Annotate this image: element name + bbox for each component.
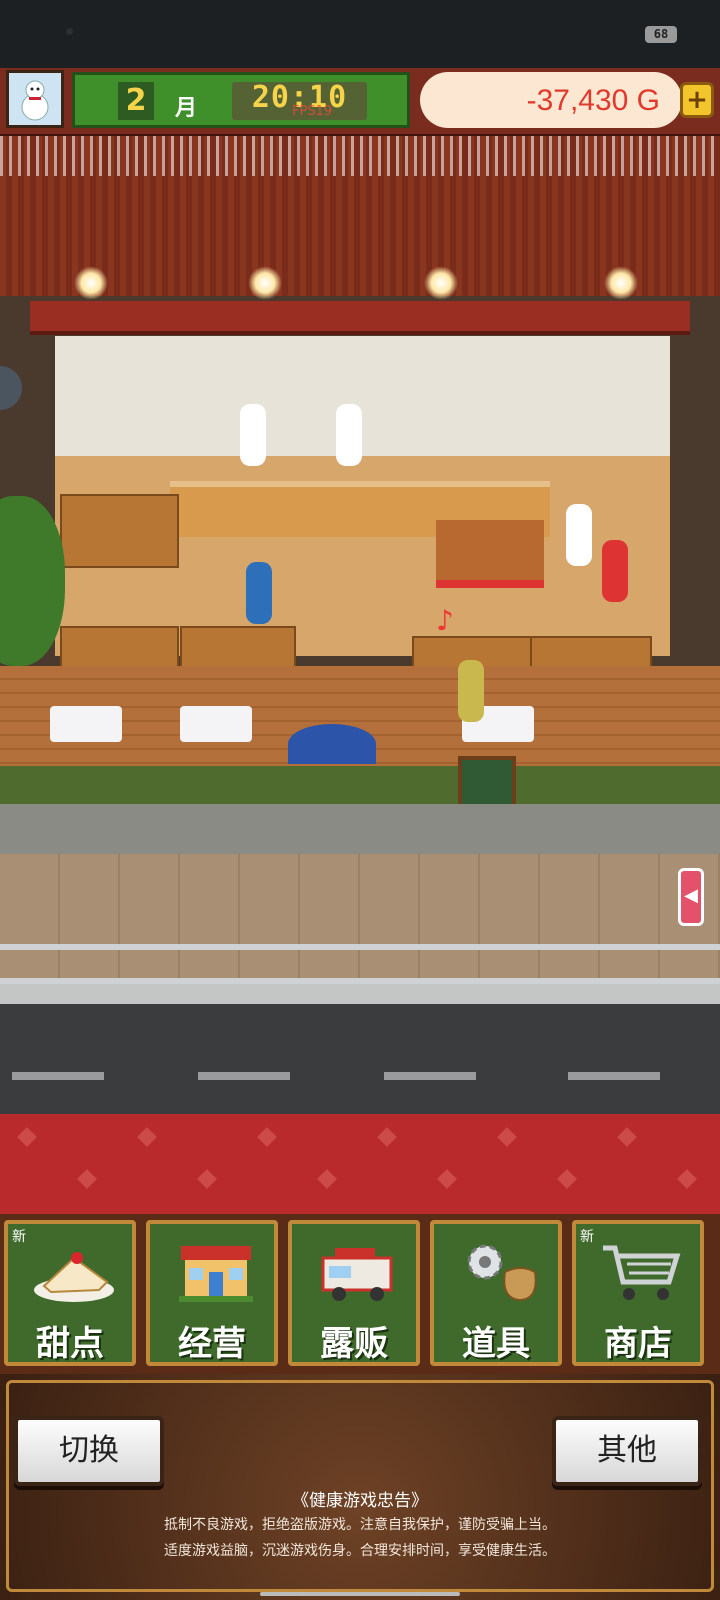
battery-indicator: 68 <box>645 26 677 43</box>
shop-icon <box>179 1246 253 1302</box>
lane-marking <box>568 1072 660 1080</box>
red-pattern-band <box>0 1114 720 1214</box>
menu-label: 道具 <box>462 1324 530 1364</box>
roof-lamp <box>424 266 458 300</box>
health-notice-title: 《健康游戏忠告》 <box>292 1491 428 1511</box>
menu-label: 甜点 <box>36 1324 104 1364</box>
roof-lamp <box>248 266 282 300</box>
chef-character[interactable] <box>240 404 266 466</box>
shop-awning <box>30 301 690 335</box>
cake-icon <box>34 1252 114 1302</box>
menu-label: 露贩 <box>320 1324 388 1364</box>
menu-item-food-truck[interactable]: 露贩 <box>288 1220 420 1366</box>
new-badge: 新 <box>580 1229 594 1245</box>
food-truck-icon <box>321 1248 393 1301</box>
home-indicator[interactable] <box>260 1592 460 1596</box>
sidewalk <box>0 804 720 854</box>
kitchen-wall <box>55 336 670 456</box>
chef-character[interactable] <box>566 504 592 566</box>
chef-character[interactable] <box>336 404 362 466</box>
camera-dot <box>66 28 73 35</box>
money-amount: -37,430 G <box>526 84 660 117</box>
cafe-table <box>180 706 252 742</box>
roof-lamp <box>604 266 638 300</box>
cafe-table <box>50 706 122 742</box>
clerk-character[interactable] <box>246 562 272 624</box>
curb <box>0 984 720 1004</box>
cash-register-counter[interactable] <box>436 520 544 588</box>
add-money-button[interactable]: + <box>680 82 714 118</box>
lane-marking <box>198 1072 290 1080</box>
menu-item-management[interactable]: 经营 <box>146 1220 278 1366</box>
status-bar <box>0 0 720 68</box>
road <box>0 1004 720 1114</box>
menu-label: 经营 <box>178 1324 246 1364</box>
cake-shelf[interactable] <box>60 494 179 568</box>
customer-character[interactable] <box>458 660 484 722</box>
game-scene[interactable]: ♪ <box>0 136 720 1136</box>
new-badge: 新 <box>12 1229 26 1245</box>
menu-item-desserts[interactable]: 新 甜点 <box>4 1220 136 1366</box>
roof-lamp <box>74 266 108 300</box>
gear-bag-icon <box>467 1244 537 1302</box>
lane-marking <box>12 1072 104 1080</box>
side-panel-tab[interactable]: ◀ <box>678 868 704 926</box>
flower-hedge <box>0 766 720 804</box>
menu-label: 商店 <box>604 1324 672 1364</box>
snowman-avatar[interactable] <box>6 70 64 128</box>
month-number: 2 <box>118 82 154 120</box>
cart-icon <box>603 1245 681 1300</box>
chef-character[interactable] <box>602 540 628 602</box>
roof-snow <box>0 136 720 176</box>
snowman-icon <box>9 73 61 125</box>
music-note-icon: ♪ <box>436 604 454 637</box>
other-button[interactable]: 其他 <box>552 1416 702 1486</box>
umbrella <box>288 724 376 764</box>
menu-item-store[interactable]: 新 商店 <box>572 1220 704 1366</box>
month-unit: 月 <box>175 96 198 121</box>
health-notice-line: 抵制不良游戏，拒绝盗版游戏。注意自我保护，谨防受骗上当。 <box>164 1517 556 1533</box>
menu-item-items[interactable]: 道具 <box>430 1220 562 1366</box>
switch-button[interactable]: 切换 <box>14 1416 164 1486</box>
fps-counter: FPS19 <box>292 104 333 119</box>
health-notice-line: 适度游戏益脑，沉迷游戏伤身。合理安排时间，享受健康生活。 <box>164 1543 556 1559</box>
lane-marking <box>384 1072 476 1080</box>
fence <box>0 944 720 984</box>
